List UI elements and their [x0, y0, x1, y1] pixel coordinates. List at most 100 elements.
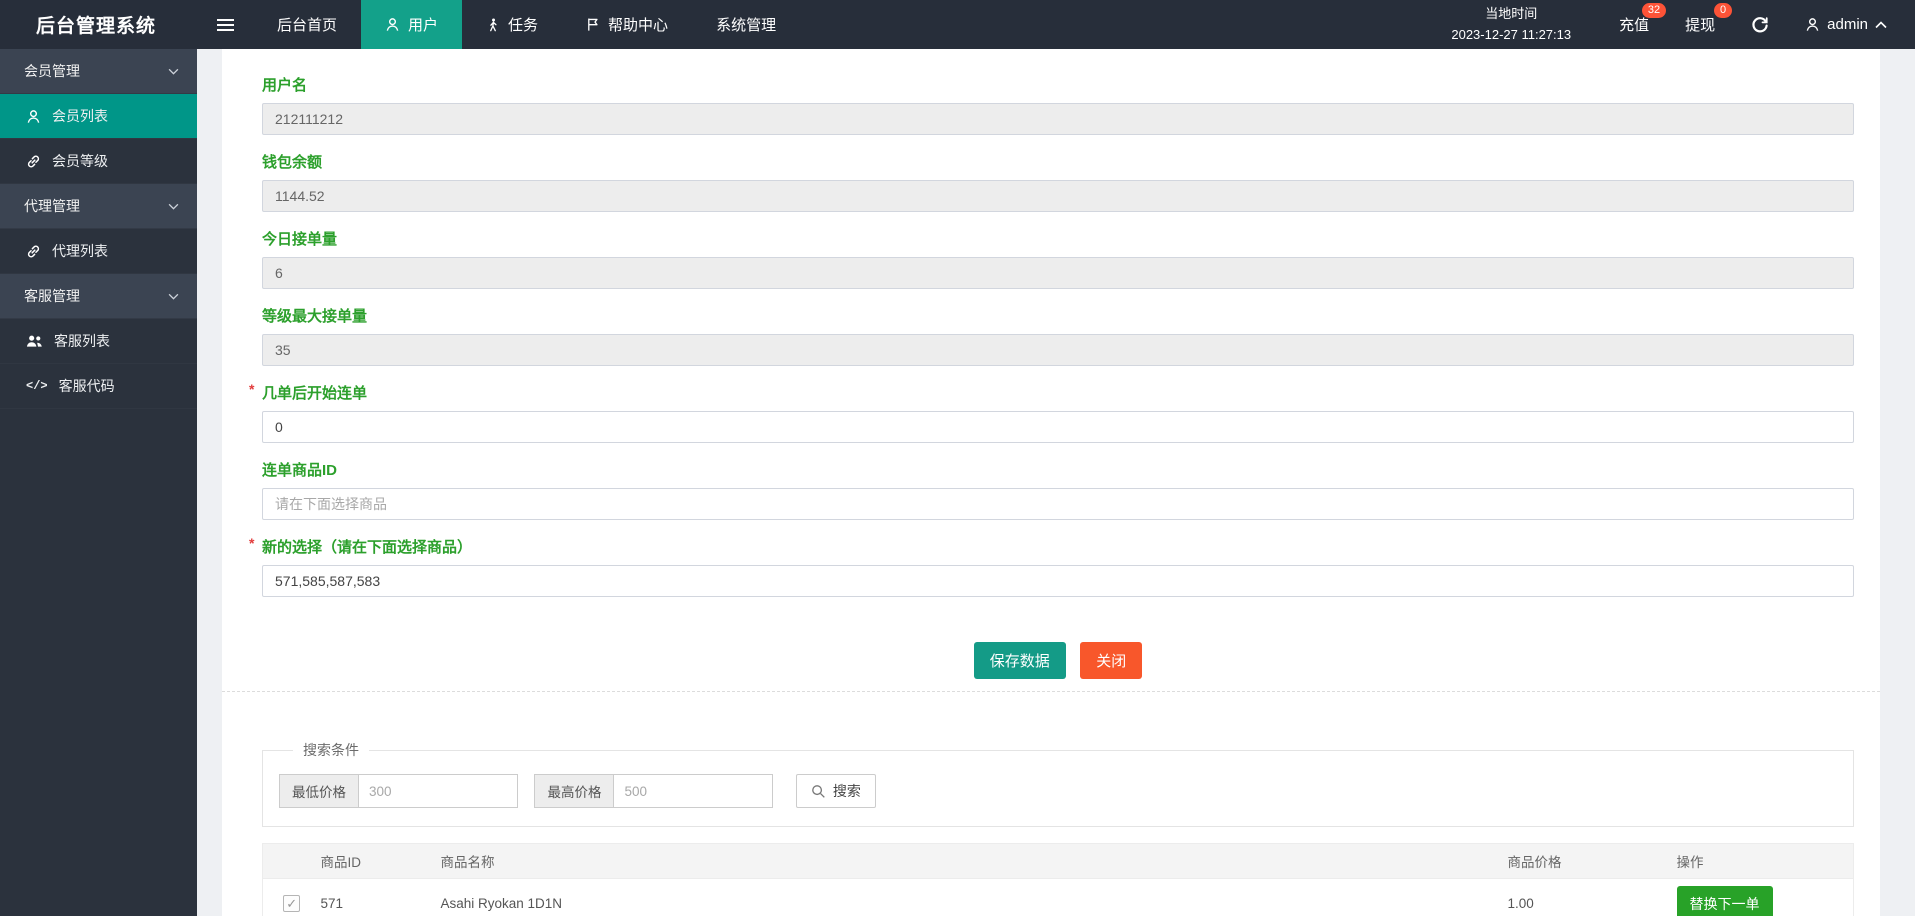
search-button-label: 搜索	[832, 783, 861, 799]
field-label: * 几单后开始连单	[249, 381, 368, 402]
field-label: 连单商品ID	[262, 462, 338, 479]
max-price-input[interactable]	[613, 774, 774, 808]
wallet-balance-input[interactable]	[262, 180, 1854, 212]
new-selection-input[interactable]	[262, 565, 1854, 597]
product-price-cell: 1.00	[1507, 878, 1677, 916]
local-time: 当地时间 2023-12-27 11:27:13	[1451, 0, 1571, 49]
product-id-cell: 571	[320, 878, 441, 916]
main-content: 用户名 钱包余额 今日接单量 等级最大接单量 * 几单后开始连单	[197, 0, 1915, 916]
search-conditions-fieldset: 搜索条件 最低价格 最高价格 搜索	[262, 740, 1854, 827]
replace-next-order-button[interactable]: 替换下一单	[1676, 885, 1773, 916]
user-icon	[1805, 17, 1820, 32]
save-data-button[interactable]: 保存数据	[973, 642, 1066, 679]
checkmark-icon: ✓	[286, 895, 298, 911]
field-level-max-orders: 等级最大接单量	[262, 305, 1854, 366]
recharge-label: 充值	[1619, 17, 1650, 34]
navbar-right: 当地时间 2023-12-27 11:27:13 充值 32 提现 0 admi…	[1451, 0, 1915, 49]
form-actions: 保存数据 关闭	[262, 642, 1854, 679]
sidebar-item-member-list[interactable]: 会员列表	[0, 94, 197, 139]
group-label: 代理管理	[24, 198, 80, 214]
user-icon	[385, 17, 400, 32]
admin-menu[interactable]: admin	[1787, 0, 1915, 49]
products-header-row: 商品ID 商品名称 商品价格 操作	[262, 843, 1854, 879]
field-wallet-balance: 钱包余额	[262, 151, 1854, 212]
refresh-icon	[1751, 16, 1769, 34]
refresh-button[interactable]	[1733, 0, 1787, 49]
user-icon	[26, 109, 41, 124]
table-row: ✓ 571 Asahi Ryokan 1D1N 1.00 替换下一单	[262, 878, 1854, 916]
withdraw-link[interactable]: 提现 0	[1667, 0, 1733, 49]
min-price-input[interactable]	[358, 774, 518, 808]
field-username: 用户名	[262, 74, 1854, 135]
field-label: 用户名	[262, 77, 308, 94]
tab-system-settings[interactable]: 系统管理	[692, 0, 800, 49]
product-name-header: 商品名称	[440, 843, 1508, 879]
link-icon	[26, 154, 41, 169]
tab-dashboard[interactable]: 后台首页	[253, 0, 361, 49]
sidebar-item-agent-list[interactable]: 代理列表	[0, 229, 197, 274]
min-price-label: 最低价格	[279, 774, 358, 808]
code-icon: </>	[26, 379, 48, 393]
tab-tasks[interactable]: 任务	[462, 0, 562, 49]
chevron-down-icon	[168, 68, 179, 75]
walking-person-icon	[486, 17, 500, 33]
local-time-value: 2023-12-27 11:27:13	[1451, 26, 1572, 42]
tab-label: 任务	[508, 17, 539, 34]
tab-users[interactable]: 用户	[361, 0, 463, 49]
sidebar-group-service-management[interactable]: 客服管理	[0, 274, 197, 319]
field-label: * 新的选择（请在下面选择商品）	[249, 535, 473, 556]
field-combo-product-id: 连单商品ID	[262, 459, 1854, 520]
product-price-header: 商品价格	[1507, 843, 1677, 879]
chevron-down-icon	[168, 293, 179, 300]
local-time-label: 当地时间	[1485, 6, 1538, 22]
combo-product-id-input[interactable]	[262, 488, 1854, 520]
products-table: 商品ID 商品名称 商品价格 操作 ✓ 571 Asahi Ryokan 1D1…	[262, 843, 1854, 916]
tab-label: 后台首页	[277, 17, 338, 34]
sidebar-item-label: 会员等级	[52, 153, 108, 169]
product-name-cell: Asahi Ryokan 1D1N	[440, 878, 1508, 916]
sidebar-item-label: 代理列表	[52, 243, 108, 259]
sidebar-item-label: 会员列表	[52, 108, 108, 124]
min-price-group: 最低价格	[279, 774, 518, 808]
field-today-orders: 今日接单量	[262, 228, 1854, 289]
level-max-orders-input[interactable]	[262, 334, 1854, 366]
recharge-link[interactable]: 充值 32	[1601, 0, 1667, 49]
field-new-selection: * 新的选择（请在下面选择商品）	[249, 535, 1854, 597]
sidebar: 会员管理 会员列表 会员等级 代理管理 代理列表 客服管理 客服列表 </> 客…	[0, 49, 197, 916]
sidebar-item-member-level[interactable]: 会员等级	[0, 139, 197, 184]
top-navbar: 后台管理系统 后台首页 用户 任务 帮助中心 系统管理 当地时间 2023-12…	[0, 0, 1915, 49]
link-icon	[26, 244, 41, 259]
admin-username: admin	[1827, 16, 1868, 33]
sidebar-toggle-button[interactable]	[197, 0, 253, 49]
group-label: 会员管理	[24, 63, 80, 79]
sidebar-item-label: 客服列表	[54, 333, 110, 349]
actions-header: 操作	[1676, 843, 1854, 879]
sidebar-group-member-management[interactable]: 会员管理	[0, 49, 197, 94]
content-panel: 用户名 钱包余额 今日接单量 等级最大接单量 * 几单后开始连单	[222, 49, 1880, 916]
chevron-down-icon	[168, 203, 179, 210]
field-label: 钱包余额	[262, 154, 323, 171]
group-label: 客服管理	[24, 288, 80, 304]
field-label: 今日接单量	[262, 231, 338, 248]
search-button[interactable]: 搜索	[795, 774, 876, 808]
dashed-divider	[222, 691, 1880, 692]
username-input[interactable]	[262, 103, 1854, 135]
row-checkbox[interactable]: ✓	[283, 895, 301, 912]
sidebar-group-agent-management[interactable]: 代理管理	[0, 184, 197, 229]
sidebar-item-service-code[interactable]: </> 客服代码	[0, 364, 197, 409]
max-price-group: 最高价格	[534, 774, 774, 808]
withdraw-label: 提现	[1685, 17, 1716, 34]
checkbox-column-header	[262, 843, 321, 879]
tab-help-center[interactable]: 帮助中心	[562, 0, 692, 49]
tab-label: 帮助中心	[608, 17, 669, 34]
combo-start-after-input[interactable]	[262, 411, 1854, 443]
required-asterisk: *	[249, 381, 255, 397]
sidebar-item-service-list[interactable]: 客服列表	[0, 319, 197, 364]
tab-label: 系统管理	[716, 17, 777, 34]
close-button[interactable]: 关闭	[1080, 642, 1143, 679]
field-label: 等级最大接单量	[262, 308, 368, 325]
flag-icon	[586, 17, 600, 32]
app-title: 后台管理系统	[36, 16, 157, 37]
today-orders-input[interactable]	[262, 257, 1854, 289]
sidebar-item-label: 客服代码	[58, 378, 115, 394]
